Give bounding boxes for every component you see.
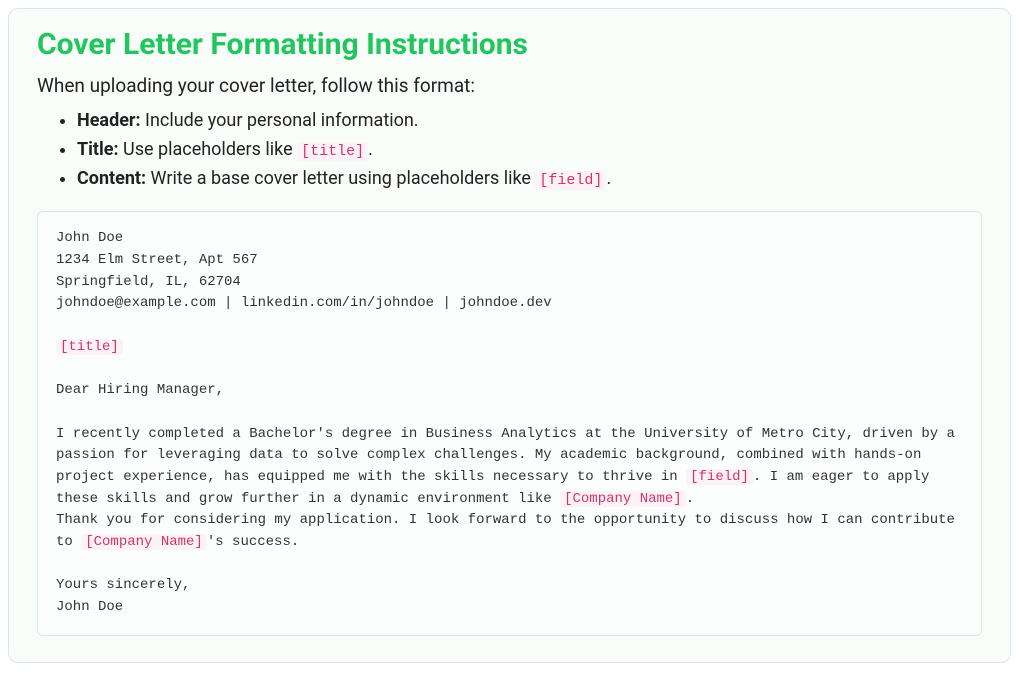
- placeholder-company: [Company Name]: [81, 534, 207, 550]
- placeholder-field: [field]: [686, 469, 753, 485]
- rule-label: Header:: [77, 110, 141, 131]
- placeholder-company: [Company Name]: [560, 491, 686, 507]
- rule-text: Use placeholders like: [119, 139, 298, 160]
- example-header: John Doe 1234 Elm Street, Apt 567 Spring…: [56, 230, 552, 311]
- rule-suffix: .: [368, 139, 373, 160]
- example-closing: Yours sincerely, John Doe: [56, 577, 190, 615]
- rules-list: Header: Include your personal informatio…: [37, 107, 982, 193]
- example-body: .: [686, 491, 694, 507]
- list-item: Header: Include your personal informatio…: [77, 107, 982, 136]
- rule-label: Title:: [77, 139, 119, 160]
- page-title: Cover Letter Formatting Instructions: [37, 27, 982, 62]
- placeholder-title: [title]: [56, 339, 123, 355]
- rule-suffix: .: [606, 168, 611, 189]
- lead-text: When uploading your cover letter, follow…: [37, 74, 982, 97]
- example-body: 's success.: [207, 534, 299, 550]
- placeholder-code: [field]: [535, 171, 606, 190]
- rule-text: Write a base cover letter using placehol…: [146, 168, 535, 189]
- list-item: Content: Write a base cover letter using…: [77, 165, 982, 194]
- example-block: John Doe 1234 Elm Street, Apt 567 Spring…: [37, 211, 982, 635]
- list-item: Title: Use placeholders like [title].: [77, 136, 982, 165]
- rule-label: Content:: [77, 168, 146, 189]
- instructions-card: Cover Letter Formatting Instructions Whe…: [8, 8, 1011, 663]
- rule-text: Include your personal information.: [141, 110, 419, 131]
- placeholder-code: [title]: [297, 142, 368, 161]
- example-salutation: Dear Hiring Manager,: [56, 382, 224, 398]
